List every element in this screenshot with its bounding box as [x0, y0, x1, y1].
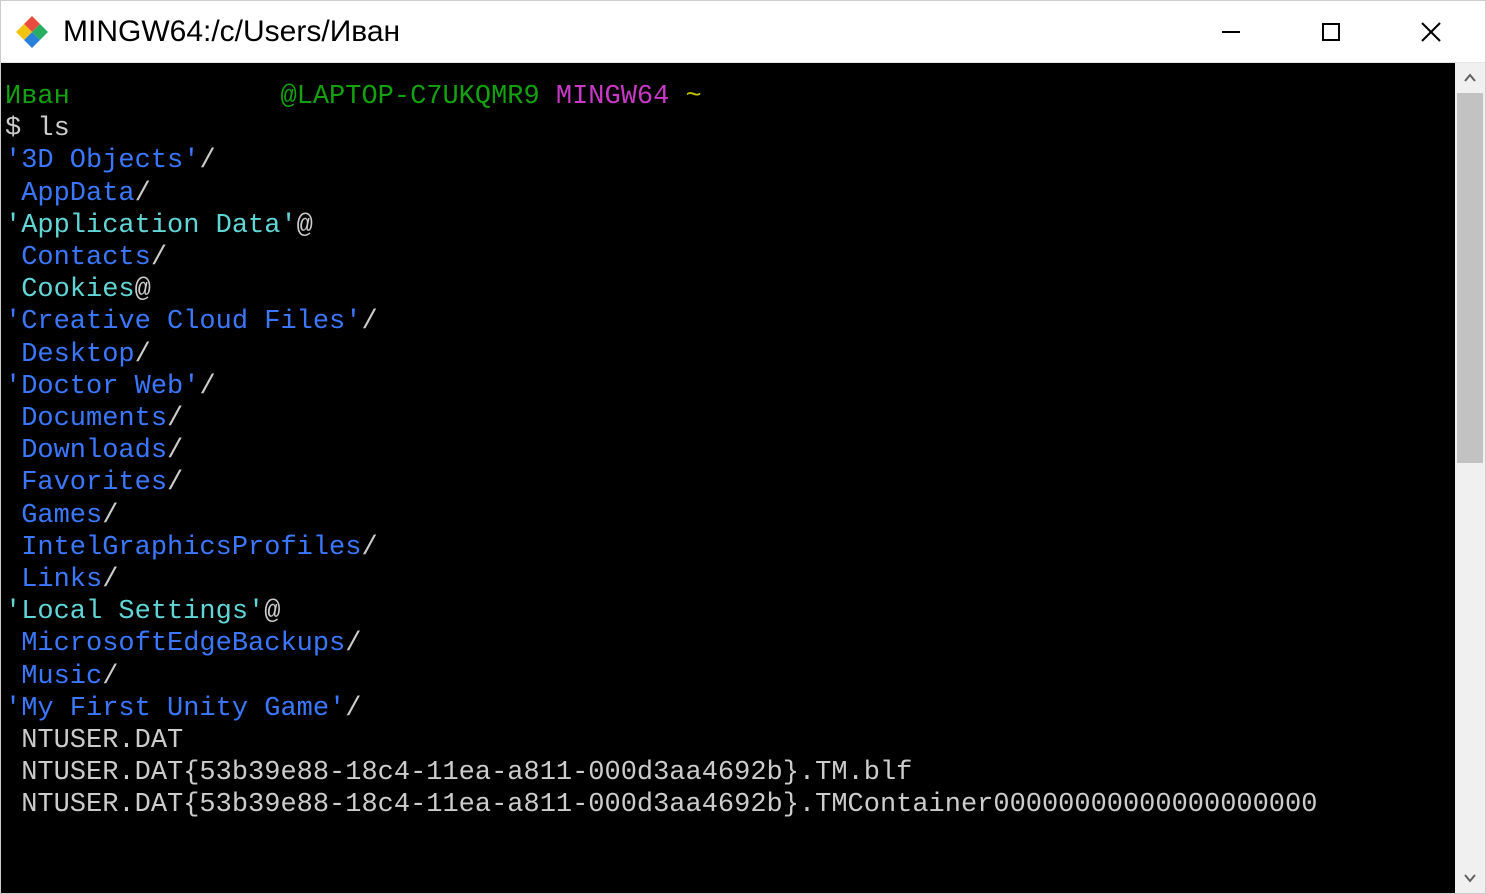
window-title: MINGW64:/c/Users/Иван [63, 15, 1181, 49]
scrollbar[interactable] [1455, 63, 1485, 893]
ls-suffix: / [167, 404, 183, 434]
ls-entry: NTUSER.DAT{53b39e88-18c4-11ea-a811-000d3… [21, 758, 912, 788]
ls-suffix: / [361, 307, 377, 337]
minimize-button[interactable] [1181, 1, 1281, 63]
ls-entry: Links [21, 565, 102, 595]
prompt-symbol: $ [5, 114, 21, 144]
ls-suffix: / [361, 533, 377, 563]
terminal-output[interactable]: Иван @LAPTOP-C7UKQMR9 MINGW64 ~ $ ls '3D… [1, 63, 1455, 893]
mingw-icon [15, 15, 49, 49]
window-controls [1181, 1, 1481, 62]
ls-suffix: / [199, 146, 215, 176]
ls-suffix: / [199, 372, 215, 402]
ls-suffix: @ [264, 597, 280, 627]
terminal-window: MINGW64:/c/Users/Иван Иван @LAPTOP-C7UKQ… [0, 0, 1486, 894]
scrollbar-track[interactable] [1455, 93, 1485, 863]
ls-suffix: / [151, 243, 167, 273]
ls-entry: 'My First Unity Game' [5, 694, 345, 724]
ls-entry: Contacts [21, 243, 151, 273]
ls-entry: '3D Objects' [5, 146, 199, 176]
ls-entry: Favorites [21, 468, 167, 498]
ls-suffix: / [135, 179, 151, 209]
close-button[interactable] [1381, 1, 1481, 63]
ls-entry: Games [21, 501, 102, 531]
ls-entry: 'Creative Cloud Files' [5, 307, 361, 337]
scroll-down-icon[interactable] [1455, 863, 1485, 893]
ls-suffix: / [102, 662, 118, 692]
ls-suffix: / [167, 468, 183, 498]
ls-entry: Music [21, 662, 102, 692]
scrollbar-thumb[interactable] [1457, 93, 1483, 463]
prompt-user: Иван [5, 82, 70, 112]
ls-suffix: @ [135, 275, 151, 305]
prompt-path: ~ [686, 82, 702, 112]
maximize-button[interactable] [1281, 1, 1381, 63]
ls-entry: 'Application Data' [5, 211, 297, 241]
ls-entry: Desktop [21, 340, 134, 370]
scroll-up-icon[interactable] [1455, 63, 1485, 93]
ls-suffix: / [102, 501, 118, 531]
ls-entry: Downloads [21, 436, 167, 466]
ls-entry: NTUSER.DAT{53b39e88-18c4-11ea-a811-000d3… [21, 790, 1317, 820]
terminal-area: Иван @LAPTOP-C7UKQMR9 MINGW64 ~ $ ls '3D… [1, 63, 1485, 893]
ls-entry: IntelGraphicsProfiles [21, 533, 361, 563]
prompt-command: ls [37, 114, 69, 144]
prompt-env: MINGW64 [556, 82, 669, 112]
ls-entry: MicrosoftEdgeBackups [21, 629, 345, 659]
ls-suffix: / [345, 629, 361, 659]
ls-suffix: / [345, 694, 361, 724]
ls-entry: AppData [21, 179, 134, 209]
ls-suffix: / [135, 340, 151, 370]
ls-suffix: @ [297, 211, 313, 241]
ls-suffix: / [167, 436, 183, 466]
ls-entry: 'Local Settings' [5, 597, 264, 627]
ls-entry: 'Doctor Web' [5, 372, 199, 402]
ls-suffix: / [102, 565, 118, 595]
ls-entry: NTUSER.DAT [21, 726, 183, 756]
prompt-host: @LAPTOP-C7UKQMR9 [280, 82, 539, 112]
ls-entry: Documents [21, 404, 167, 434]
titlebar[interactable]: MINGW64:/c/Users/Иван [1, 1, 1485, 63]
ls-entry: Cookies [21, 275, 134, 305]
